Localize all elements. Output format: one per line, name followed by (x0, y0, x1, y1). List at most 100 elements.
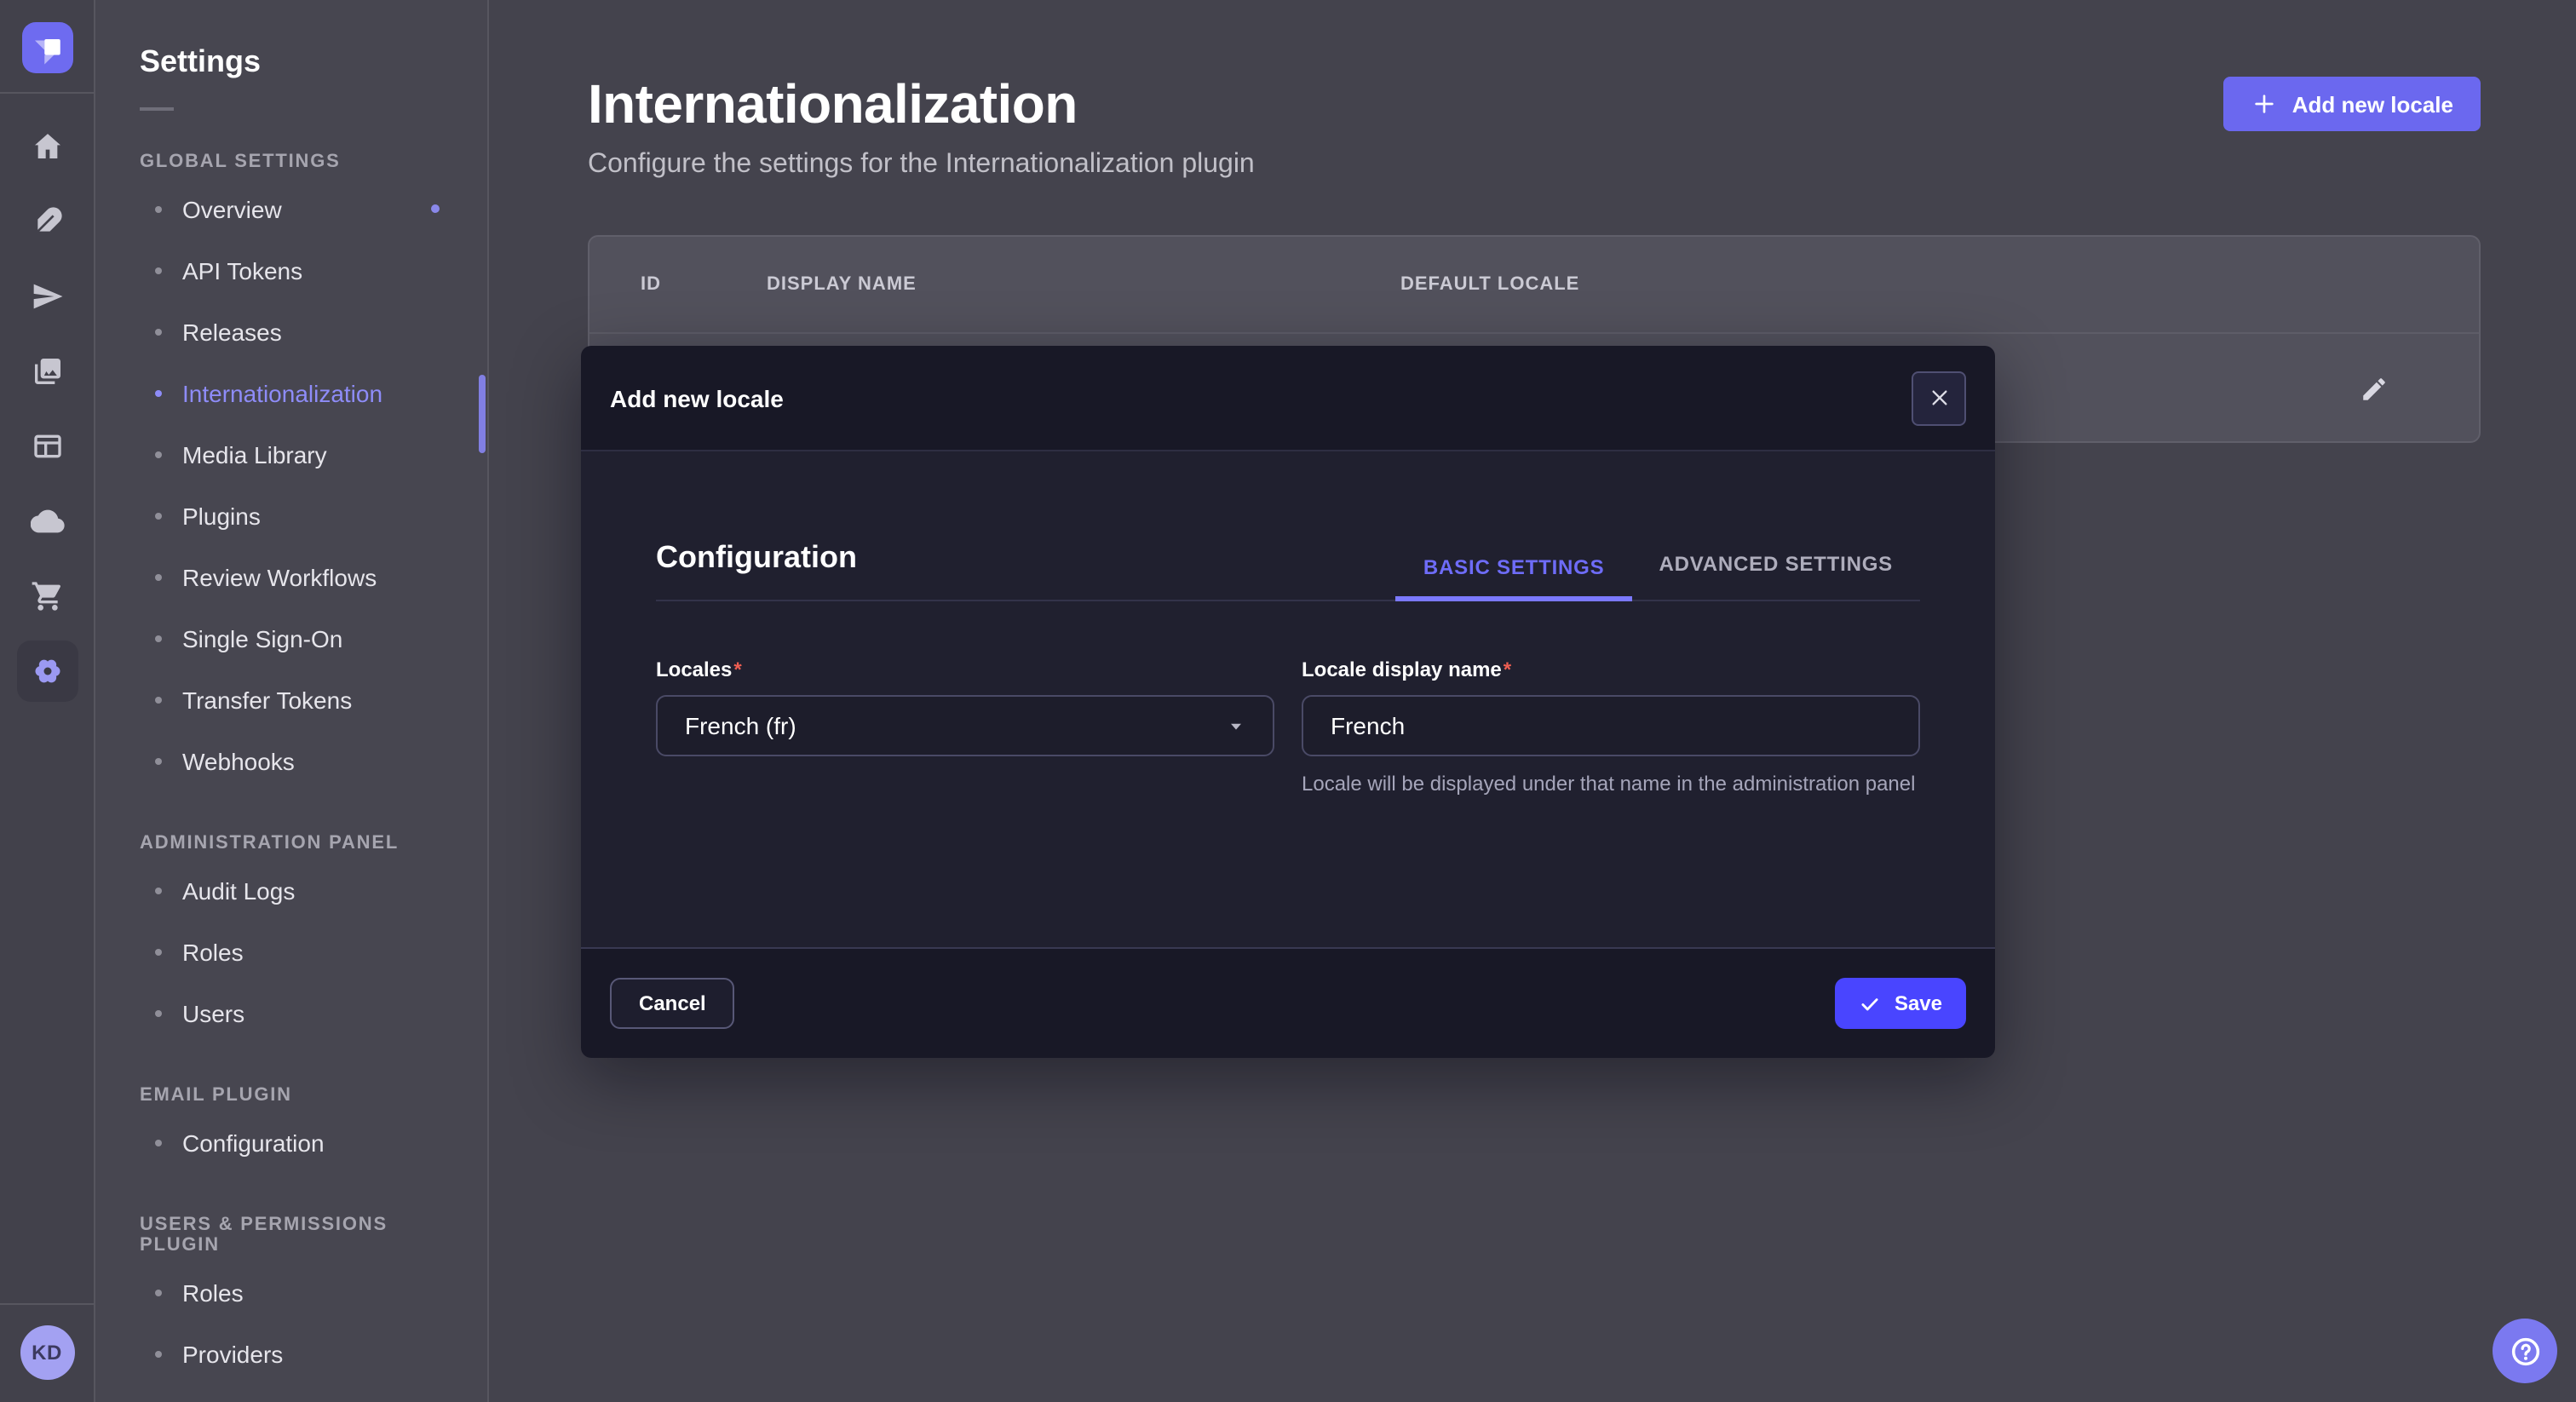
sidebar-item-label: Providers (182, 1341, 283, 1368)
sidebar-item-internationalization[interactable]: Internationalization (140, 363, 463, 424)
bullet-dot (155, 206, 162, 213)
sidebar-item-label: Users (182, 1000, 244, 1027)
tab-basic-settings[interactable]: BASIC SETTINGS (1396, 552, 1632, 601)
page-subtitle: Configure the settings for the Internati… (588, 150, 1255, 181)
bullet-dot (155, 888, 162, 894)
modal-header: Add new locale (581, 346, 1995, 451)
tab-advanced-settings[interactable]: ADVANCED SETTINGS (1631, 552, 1920, 601)
required-asterisk: * (733, 658, 741, 681)
plus-icon (2251, 90, 2279, 118)
strapi-admin-screen: KD Settings GLOBAL SETTINGS Overview API T… (0, 0, 2576, 1402)
sidebar-item-providers[interactable]: Providers (140, 1324, 463, 1385)
sidebar-item-label: Transfer Tokens (182, 687, 352, 714)
display-name-label: Locale display name* (1302, 658, 1920, 681)
avatar[interactable]: KD (20, 1325, 74, 1380)
question-mark-icon (2507, 1333, 2543, 1369)
sidebar-item-webhooks[interactable]: Webhooks (140, 731, 463, 792)
bullet-dot (155, 1351, 162, 1358)
images-icon (16, 341, 78, 402)
locales-select[interactable]: French (fr) (656, 695, 1274, 756)
column-header-id: ID (641, 274, 767, 295)
icon-rail: KD (0, 0, 95, 1402)
rail-item-home[interactable] (0, 109, 94, 184)
sidebar-title: Settings (140, 44, 463, 80)
add-locale-modal: Add new locale Configuration BASIC SETTI… (581, 346, 1995, 1058)
sidebar-item-label: Single Sign-On (182, 625, 342, 652)
sidebar-item-label: Internationalization (182, 380, 382, 407)
sidebar-item-label: Releases (182, 319, 282, 346)
bullet-dot (155, 390, 162, 397)
main-header: Internationalization Configure the setti… (491, 0, 2576, 181)
section-label: USERS & PERMISSIONS PLUGIN (140, 1215, 463, 1255)
sidebar-item-label: Audit Logs (182, 877, 295, 905)
section-label: EMAIL PLUGIN (140, 1085, 463, 1106)
sidebar-item-label: Plugins (182, 503, 261, 530)
title-rule (140, 107, 174, 111)
bullet-dot (155, 574, 162, 581)
notification-dot (431, 204, 440, 213)
feather-icon (16, 191, 78, 252)
section-label: GLOBAL SETTINGS (140, 152, 463, 172)
sidebar-item-releases[interactable]: Releases (140, 302, 463, 363)
sidebar-item-single-sign-on[interactable]: Single Sign-On (140, 608, 463, 669)
sidebar-item-media-library[interactable]: Media Library (140, 424, 463, 486)
rail-item-deploy[interactable] (0, 259, 94, 334)
bullet-dot (155, 758, 162, 765)
help-button[interactable] (2493, 1319, 2557, 1383)
rail-item-media-library[interactable] (0, 334, 94, 409)
bullet-dot (155, 697, 162, 704)
rail-nav (0, 109, 94, 709)
chevron-down-icon (1227, 716, 1245, 735)
locales-label: Locales* (656, 658, 1274, 681)
sidebar-item-roles[interactable]: Roles (140, 1262, 463, 1324)
check-icon (1859, 992, 1881, 1014)
bullet-dot (155, 635, 162, 642)
page-title: Internationalization (588, 73, 1255, 135)
section-label: ADMINISTRATION PANEL (140, 833, 463, 853)
rail-item-marketplace[interactable] (0, 559, 94, 634)
sidebar-item-users[interactable]: Users (140, 983, 463, 1044)
rail-item-content-manager[interactable] (0, 409, 94, 484)
close-modal-button[interactable] (1912, 371, 1966, 425)
layout-icon (16, 416, 78, 477)
edit-locale-button[interactable] (2353, 367, 2395, 410)
display-name-input[interactable] (1302, 695, 1920, 756)
save-button[interactable]: Save (1835, 978, 1966, 1029)
add-new-locale-button[interactable]: Add new locale (2224, 77, 2481, 131)
sidebar-item-label: Configuration (182, 1129, 325, 1157)
pencil-icon (2360, 374, 2389, 403)
rail-item-settings[interactable] (0, 634, 94, 709)
required-asterisk: * (1504, 658, 1511, 681)
sidebar-item-label: Overview (182, 196, 282, 223)
modal-footer: Cancel Save (581, 947, 1995, 1058)
locales-select-value: French (fr) (685, 712, 796, 739)
sidebar-scrollbar-thumb[interactable] (479, 375, 486, 453)
sidebar-item-transfer-tokens[interactable]: Transfer Tokens (140, 669, 463, 731)
rail-bottom: KD (0, 1303, 94, 1402)
nav-list: Roles Providers (140, 1262, 463, 1385)
sidebar-item-plugins[interactable]: Plugins (140, 486, 463, 547)
sidebar-item-configuration[interactable]: Configuration (140, 1112, 463, 1174)
bullet-dot (155, 1010, 162, 1017)
rail-divider (0, 1303, 94, 1305)
sidebar-item-api-tokens[interactable]: API Tokens (140, 240, 463, 302)
sidebar-item-overview[interactable]: Overview (140, 179, 463, 240)
sidebar-item-label: Webhooks (182, 748, 295, 775)
sidebar-nav: GLOBAL SETTINGS Overview API Tokens Release… (140, 152, 463, 1385)
config-section-title: Configuration (656, 540, 857, 600)
sidebar-item-audit-logs[interactable]: Audit Logs (140, 860, 463, 922)
sidebar-item-label: API Tokens (182, 257, 302, 284)
gear-icon (16, 641, 78, 702)
cancel-button[interactable]: Cancel (610, 978, 735, 1029)
rail-item-cloud[interactable] (0, 484, 94, 559)
sidebar-item-label: Roles (182, 939, 244, 966)
sidebar-item-roles[interactable]: Roles (140, 922, 463, 983)
nav-list: Configuration (140, 1112, 463, 1174)
strapi-logo-icon[interactable] (21, 22, 72, 73)
modal-body: Configuration BASIC SETTINGS ADVANCED SE… (581, 451, 1995, 947)
rail-item-content-builder[interactable] (0, 184, 94, 259)
sidebar-item-review-workflows[interactable]: Review Workflows (140, 547, 463, 608)
bullet-dot (155, 1290, 162, 1296)
sidebar-item-label: Media Library (182, 441, 327, 468)
nav-list: Overview API Tokens Releases Internationali… (140, 179, 463, 792)
